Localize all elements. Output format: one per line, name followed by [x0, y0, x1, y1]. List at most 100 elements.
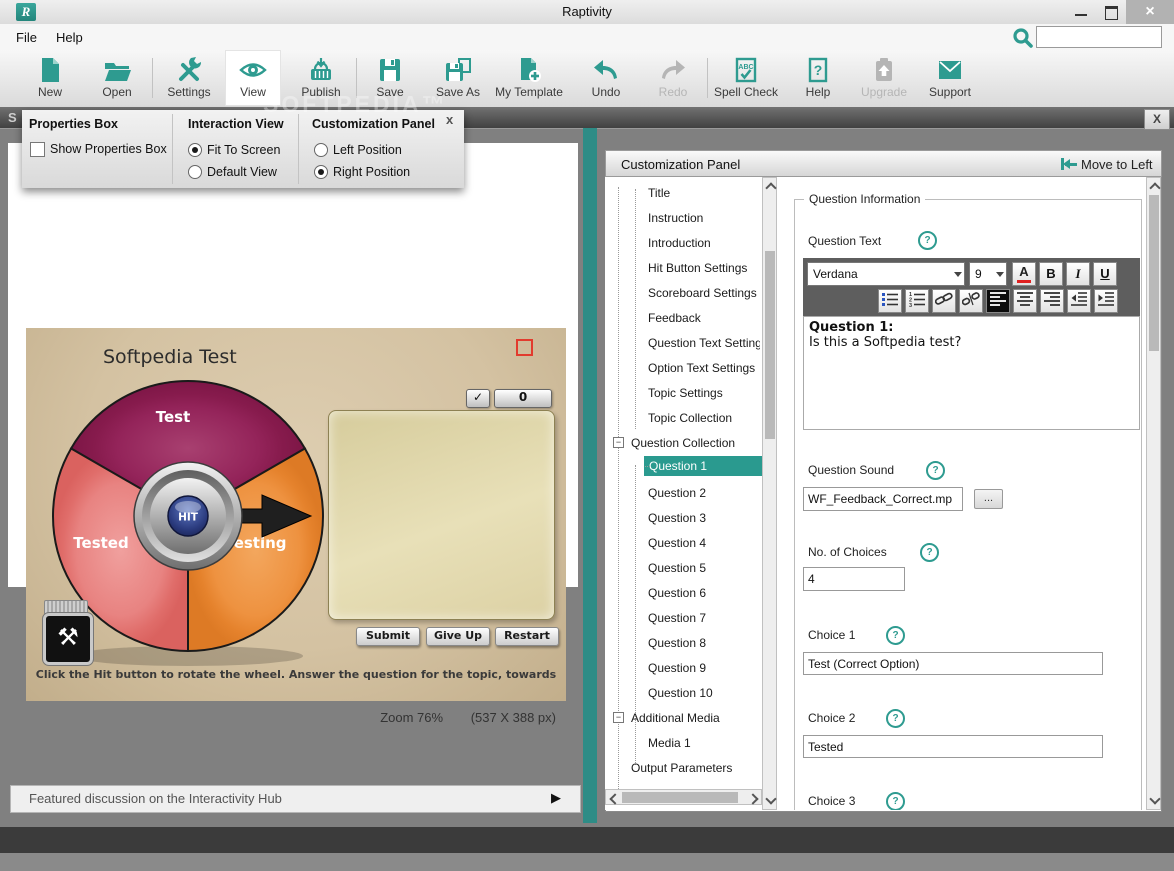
show-properties-box-checkbox[interactable]: [30, 142, 45, 157]
toolbar-help-button[interactable]: ? Help: [790, 50, 846, 106]
tree-item-question-5[interactable]: Question 5: [648, 558, 760, 578]
scroll-down-arrow[interactable]: [1149, 793, 1161, 805]
align-center-button[interactable]: [1013, 289, 1037, 313]
scroll-down-arrow[interactable]: [765, 793, 777, 805]
toolbar-save-button[interactable]: Save: [362, 50, 418, 106]
tree-item-media-1[interactable]: Media 1: [648, 733, 760, 753]
tree-item-question-4[interactable]: Question 4: [648, 533, 760, 553]
toolbar-view-button[interactable]: View: [225, 50, 281, 106]
search-icon[interactable]: [1012, 27, 1034, 49]
insert-link-button[interactable]: [932, 289, 956, 313]
tree-scrollbar-thumb[interactable]: [765, 251, 775, 439]
panel-divider[interactable]: [583, 128, 597, 823]
tree-item-question-3[interactable]: Question 3: [648, 508, 760, 528]
tree-item-question-text-settings[interactable]: Question Text Settings: [648, 333, 760, 353]
question-text-editor[interactable]: Question 1: Is this a Softpedia test?: [803, 316, 1140, 430]
question-sound-help-icon[interactable]: ?: [926, 461, 945, 480]
bullet-list-button[interactable]: [878, 289, 902, 313]
remove-link-button[interactable]: [959, 289, 983, 313]
toolbar-settings-button[interactable]: Settings: [159, 50, 219, 106]
tree-item-introduction[interactable]: Introduction: [648, 233, 760, 253]
tree-item-option-text-settings[interactable]: Option Text Settings: [648, 358, 760, 378]
minimize-button[interactable]: [1066, 0, 1096, 24]
fit-to-screen-radio[interactable]: [188, 143, 202, 157]
tree-item-question-collection[interactable]: Question Collection: [631, 433, 761, 453]
toolbar-open-button[interactable]: Open: [89, 50, 145, 106]
toolbar-save-as-button[interactable]: Save As: [428, 50, 488, 106]
form-vertical-scrollbar[interactable]: [1146, 177, 1161, 810]
play-icon[interactable]: ▶: [551, 790, 561, 806]
font-color-button[interactable]: A: [1012, 262, 1036, 286]
scroll-up-arrow[interactable]: [1149, 182, 1161, 194]
choices-count-help-icon[interactable]: ?: [920, 543, 939, 562]
scroll-right-arrow[interactable]: [747, 793, 759, 805]
browse-button[interactable]: ...: [974, 489, 1003, 509]
restart-button[interactable]: Restart: [495, 627, 559, 646]
tree-hscrollbar-thumb[interactable]: [622, 792, 738, 803]
workspace-close-button[interactable]: X: [1144, 109, 1170, 130]
scroll-up-arrow[interactable]: [765, 182, 777, 194]
dropdown-close-icon[interactable]: x: [446, 112, 453, 127]
toolbar-my-template-button[interactable]: My Template: [492, 50, 566, 106]
tree-item-question-2[interactable]: Question 2: [648, 483, 760, 503]
font-size-select[interactable]: 9: [969, 262, 1007, 286]
toolbar-undo-button[interactable]: Undo: [578, 50, 634, 106]
tree-item-output-parameters[interactable]: Output Parameters: [631, 758, 761, 778]
search-input[interactable]: [1036, 26, 1162, 48]
tree-expander-additional-media[interactable]: −: [613, 712, 624, 723]
maximize-button[interactable]: [1096, 0, 1126, 24]
tree-item-question-1[interactable]: Question 1: [644, 456, 762, 476]
featured-discussion-bar[interactable]: Featured discussion on the Interactivity…: [10, 785, 581, 813]
default-view-radio[interactable]: [188, 165, 202, 179]
scroll-left-arrow[interactable]: [609, 793, 621, 805]
tree-expander-question-collection[interactable]: −: [613, 437, 624, 448]
numbered-list-button[interactable]: 123: [905, 289, 929, 313]
question-text-help-icon[interactable]: ?: [918, 231, 937, 250]
align-left-button[interactable]: [986, 289, 1010, 313]
bold-button[interactable]: B: [1039, 262, 1063, 286]
tree-item-feedback[interactable]: Feedback: [648, 308, 760, 328]
indent-button[interactable]: [1094, 289, 1118, 313]
tree-item-question-10[interactable]: Question 10: [648, 683, 760, 703]
menu-file[interactable]: File: [16, 30, 37, 45]
tree-item-title[interactable]: Title: [648, 183, 760, 203]
tree-item-topic-collection[interactable]: Topic Collection: [648, 408, 760, 428]
move-to-left-button[interactable]: Move to Left: [1061, 157, 1153, 172]
check-score-button[interactable]: ✓: [466, 389, 490, 408]
underline-button[interactable]: U: [1093, 262, 1117, 286]
toolbar-redo-button[interactable]: Redo: [645, 50, 701, 106]
give-up-button[interactable]: Give Up: [426, 627, 490, 646]
tree-item-question-7[interactable]: Question 7: [648, 608, 760, 628]
choice-2-input[interactable]: [803, 735, 1103, 758]
toolbar-new-button[interactable]: New: [22, 50, 78, 106]
tree-item-hit-button-settings[interactable]: Hit Button Settings: [648, 258, 760, 278]
choices-count-input[interactable]: [803, 567, 905, 591]
close-button[interactable]: ×: [1126, 0, 1174, 24]
tree-item-scoreboard-settings[interactable]: Scoreboard Settings: [648, 283, 760, 303]
form-scrollbar-thumb[interactable]: [1149, 195, 1159, 351]
choice-2-help-icon[interactable]: ?: [886, 709, 905, 728]
question-sound-input[interactable]: [803, 487, 963, 511]
choice-1-help-icon[interactable]: ?: [886, 626, 905, 645]
tree-item-question-9[interactable]: Question 9: [648, 658, 760, 678]
submit-button[interactable]: Submit: [356, 627, 420, 646]
right-position-radio[interactable]: [314, 165, 328, 179]
align-right-button[interactable]: [1040, 289, 1064, 313]
choice-3-help-icon[interactable]: ?: [886, 792, 905, 810]
left-position-radio[interactable]: [314, 143, 328, 157]
font-family-select[interactable]: Verdana: [807, 262, 965, 286]
outdent-button[interactable]: [1067, 289, 1091, 313]
tree-item-question-8[interactable]: Question 8: [648, 633, 760, 653]
menu-help[interactable]: Help: [56, 30, 83, 45]
tree-item-topic-settings[interactable]: Topic Settings: [648, 383, 760, 403]
toolbar-upgrade-button[interactable]: Upgrade: [854, 50, 914, 106]
italic-button[interactable]: I: [1066, 262, 1090, 286]
stage-tools-button[interactable]: ⚒: [42, 612, 94, 666]
toolbar-support-button[interactable]: Support: [922, 50, 978, 106]
tree-item-question-6[interactable]: Question 6: [648, 583, 760, 603]
toolbar-spell-check-button[interactable]: ABC Spell Check: [710, 50, 782, 106]
tree-horizontal-scrollbar[interactable]: [605, 789, 762, 805]
tree-item-instruction[interactable]: Instruction: [648, 208, 760, 228]
tree-item-additional-media[interactable]: Additional Media: [631, 708, 761, 728]
toolbar-publish-button[interactable]: Publish: [291, 50, 351, 106]
